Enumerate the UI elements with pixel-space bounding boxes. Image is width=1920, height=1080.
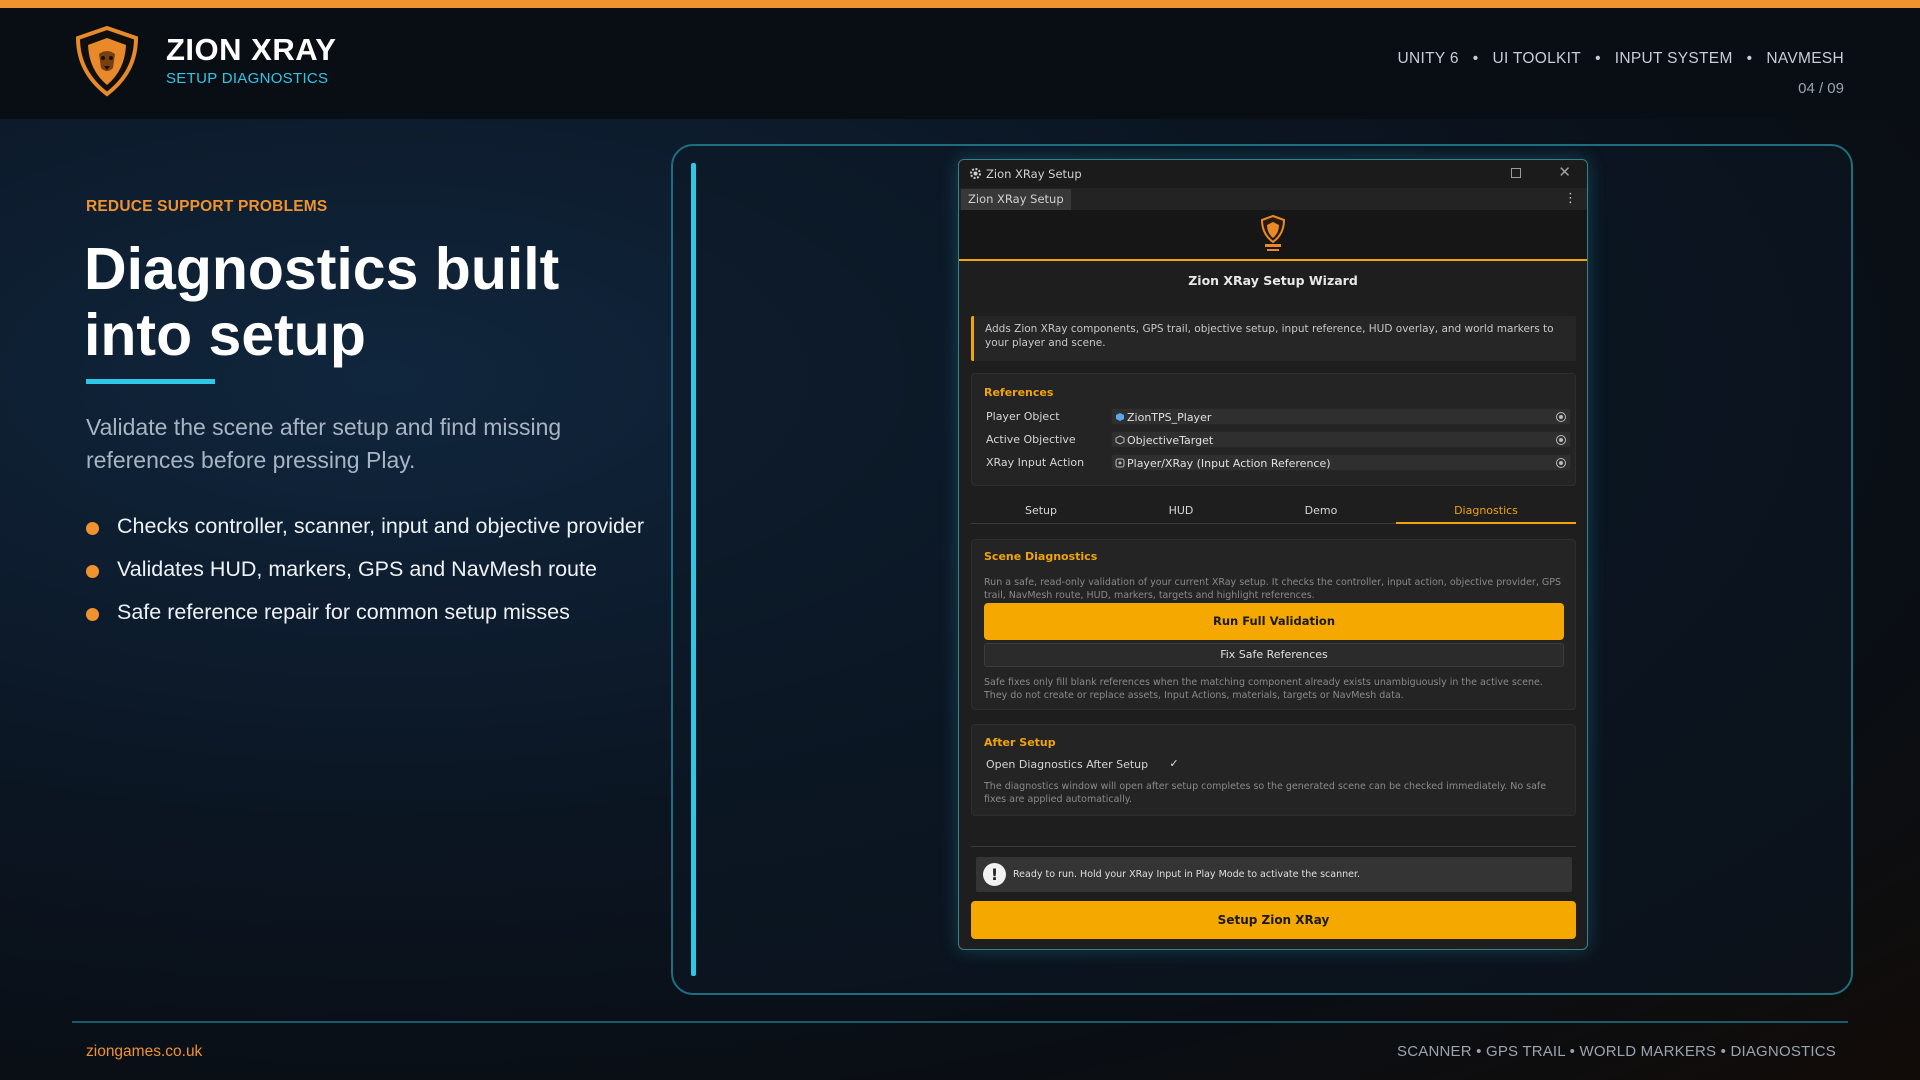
headline-underline — [86, 379, 215, 384]
field-value: ObjectiveTarget — [1127, 434, 1214, 447]
wizard-banner — [959, 210, 1587, 261]
bullet-dot — [86, 608, 99, 621]
bullet-text: Validates HUD, markers, GPS and NavMesh … — [117, 557, 597, 581]
eyebrow-label: REDUCE SUPPORT PROBLEMS — [86, 198, 328, 215]
object-field[interactable]: Player/XRay (Input Action Reference) — [1111, 454, 1571, 471]
page-number: 04 / 09 — [1798, 80, 1844, 97]
headline-line: Diagnostics built — [84, 236, 560, 302]
header: ZION XRAY SETUP DIAGNOSTICS UNITY 6 • UI… — [0, 8, 1920, 119]
section-note: The diagnostics window will open after s… — [984, 781, 1547, 805]
after-setup-section: After Setup Open Diagnostics After Setup… — [971, 724, 1576, 816]
object-picker-icon[interactable] — [1556, 412, 1566, 422]
editor-window: Zion XRay Setup ✕ Zion XRay Setup ⋮ Zion… — [958, 159, 1588, 950]
window-titlebar[interactable]: Zion XRay Setup ✕ — [959, 160, 1587, 188]
headline-line: into setup — [84, 302, 366, 368]
zion-games-logo — [1260, 214, 1286, 251]
section-heading: After Setup — [984, 736, 1056, 749]
reference-label: Active Objective — [986, 433, 1076, 446]
tech-item: UI TOOLKIT — [1492, 50, 1582, 67]
lede-text: Validate the scene after setup and find … — [86, 414, 562, 473]
kebab-menu-icon[interactable]: ⋮ — [1564, 191, 1577, 206]
bullet-dot — [86, 522, 99, 535]
toggle-label: Open Diagnostics After Setup — [986, 758, 1149, 771]
tech-list: UNITY 6 • UI TOOLKIT • INPUT SYSTEM • NA… — [1398, 50, 1844, 68]
top-accent-bar — [0, 0, 1920, 8]
window-tabbar: Zion XRay Setup ⋮ — [959, 188, 1587, 210]
references-section: References Player Object ZionTPS_Player … — [971, 373, 1576, 486]
bullet-item: Safe reference repair for common setup m… — [86, 598, 646, 627]
object-field[interactable]: ZionTPS_Player — [1111, 408, 1571, 425]
separator-dot: • — [1746, 50, 1753, 67]
maximize-icon[interactable] — [1511, 168, 1521, 178]
reference-label: XRay Input Action — [986, 456, 1085, 469]
headline: Diagnostics built into setup — [84, 236, 644, 368]
tech-item: NAVMESH — [1766, 50, 1844, 67]
run-full-validation-button[interactable]: Run Full Validation — [984, 603, 1564, 640]
footer-features: SCANNER • GPS TRAIL • WORLD MARKERS • DI… — [1397, 1043, 1836, 1060]
gameobject-icon — [1115, 435, 1125, 445]
frame-accent-bar — [691, 163, 696, 976]
footer-divider — [72, 1021, 1848, 1023]
settings-gear-icon — [970, 168, 981, 179]
tab-hud[interactable]: HUD — [1111, 500, 1251, 524]
field-value: Player/XRay (Input Action Reference) — [1127, 457, 1331, 470]
setup-zion-xray-button[interactable]: Setup Zion XRay — [971, 901, 1576, 939]
reference-row: XRay Input Action Player/XRay (Input Act… — [986, 454, 1571, 472]
lion-shield-logo — [75, 25, 139, 97]
prefab-icon — [1116, 413, 1124, 421]
tech-item: UNITY 6 — [1397, 50, 1459, 67]
open-diagnostics-checkbox[interactable]: ✓ — [1168, 758, 1180, 770]
help-box: ! Ready to run. Hold your XRay Input in … — [976, 857, 1572, 892]
section-heading: Scene Diagnostics — [984, 550, 1098, 563]
close-icon[interactable]: ✕ — [1558, 163, 1571, 181]
fix-safe-references-button[interactable]: Fix Safe References — [984, 643, 1564, 667]
object-picker-icon[interactable] — [1556, 435, 1566, 445]
tab-setup[interactable]: Setup — [971, 500, 1111, 524]
section-note: Safe fixes only fill blank references wh… — [984, 677, 1543, 701]
section-description: Run a safe, read-only validation of your… — [984, 577, 1561, 601]
bullet-dot — [86, 565, 99, 578]
input-action-icon — [1115, 458, 1125, 468]
bullet-item: Validates HUD, markers, GPS and NavMesh … — [86, 555, 646, 584]
wizard-title: Zion XRay Setup Wizard — [1188, 273, 1358, 288]
reference-label: Player Object — [986, 410, 1060, 423]
bullet-item: Checks controller, scanner, input and ob… — [86, 512, 646, 541]
window-tab[interactable]: Zion XRay Setup — [961, 189, 1071, 210]
brand-subtitle: SETUP DIAGNOSTICS — [166, 70, 329, 87]
divider — [971, 846, 1576, 847]
bullet-text: Safe reference repair for common setup m… — [117, 600, 570, 624]
help-text: Ready to run. Hold your XRay Input in Pl… — [1013, 869, 1361, 880]
tech-item: INPUT SYSTEM — [1614, 50, 1733, 67]
section-heading: References — [984, 386, 1054, 399]
separator-dot: • — [1595, 50, 1601, 67]
separator-dot: • — [1472, 50, 1479, 67]
bullet-text: Checks controller, scanner, input and ob… — [117, 514, 645, 538]
info-alert-icon: ! — [983, 863, 1006, 886]
wizard-tabs: Setup HUD Demo Diagnostics — [971, 500, 1576, 524]
feature-bullets: Checks controller, scanner, input and ob… — [86, 512, 646, 641]
tab-demo[interactable]: Demo — [1251, 500, 1391, 524]
brand-title: ZION XRAY — [166, 32, 337, 67]
reference-row: Player Object ZionTPS_Player — [986, 408, 1571, 426]
footer-website: ziongames.co.uk — [86, 1043, 203, 1060]
object-field[interactable]: ObjectiveTarget — [1111, 431, 1571, 448]
object-picker-icon[interactable] — [1556, 458, 1566, 468]
tab-diagnostics[interactable]: Diagnostics — [1396, 500, 1576, 524]
info-box: Adds Zion XRay components, GPS trail, ob… — [971, 316, 1576, 361]
field-value: ZionTPS_Player — [1127, 411, 1212, 424]
window-title: Zion XRay Setup — [986, 167, 1082, 181]
reference-row: Active Objective ObjectiveTarget — [986, 431, 1571, 449]
scene-diagnostics-section: Scene Diagnostics Run a safe, read-only … — [971, 539, 1576, 710]
